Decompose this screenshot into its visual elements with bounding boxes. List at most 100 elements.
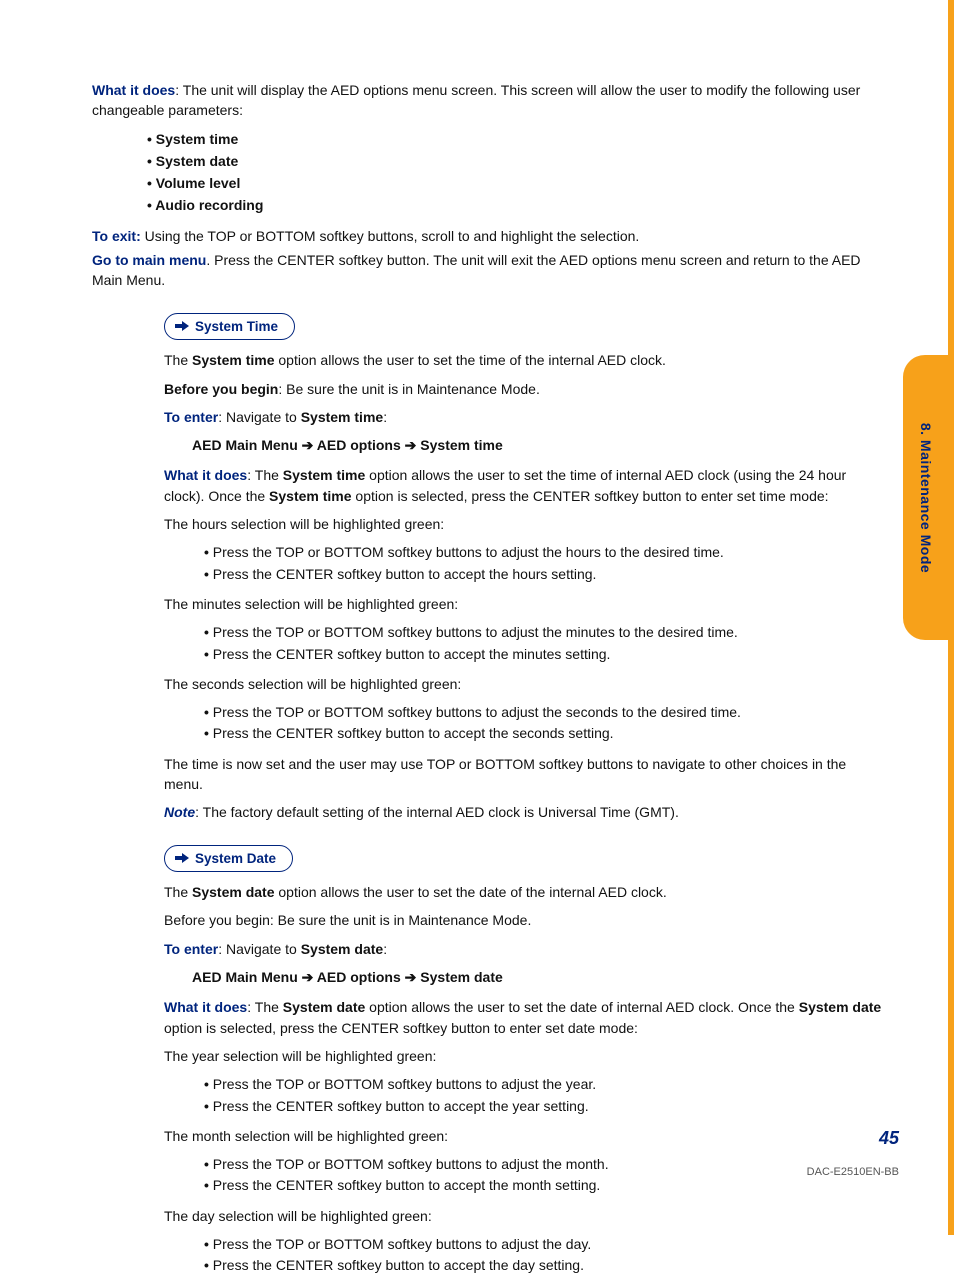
path-seg: AED options (317, 437, 401, 453)
text-bold: System date (301, 941, 383, 957)
para-what-it-does: What it does: The unit will display the … (92, 80, 882, 121)
minutes-steps: Press the TOP or BOTTOM softkey buttons … (164, 622, 882, 664)
text-bold: System time (301, 409, 383, 425)
text: option is selected, press the CENTER sof… (352, 488, 829, 504)
text-bold: System time (269, 488, 351, 504)
arrow-right-icon (175, 852, 189, 864)
pill-label: System Date (195, 849, 276, 869)
path-seg: AED options (317, 969, 401, 985)
list-item: Press the TOP or BOTTOM softkey buttons … (204, 1074, 882, 1094)
path-arrow: ➔ (298, 437, 317, 453)
label-go-main: Go to main menu (92, 252, 206, 268)
para-date-intro: The System date option allows the user t… (164, 882, 882, 902)
section-tab-label: 8. Maintenance Mode (915, 422, 935, 572)
text: : The factory default setting of the int… (195, 804, 679, 820)
para-date-body: What it does: The System date option all… (164, 997, 882, 1038)
para-date-before: Before you begin: Be sure the unit is in… (164, 910, 882, 930)
list-item: Press the CENTER softkey button to accep… (204, 1096, 882, 1116)
label-what-it-does: What it does (92, 82, 175, 98)
text: The (164, 352, 192, 368)
list-item: System date (147, 151, 882, 171)
para-to-exit: To exit: Using the TOP or BOTTOM softkey… (92, 226, 882, 246)
list-item: Press the TOP or BOTTOM softkey buttons … (204, 542, 882, 562)
section-system-date: System Date The System date option allow… (164, 831, 882, 1276)
para-time-intro: The System time option allows the user t… (164, 350, 882, 370)
list-item: Press the TOP or BOTTOM softkey buttons … (204, 1154, 882, 1174)
year-steps: Press the TOP or BOTTOM softkey buttons … (164, 1074, 882, 1116)
path-arrow: ➔ (401, 437, 421, 453)
text-bold: System time (283, 467, 365, 483)
text: Using the TOP or BOTTOM softkey buttons,… (141, 228, 640, 244)
text: option allows the user to set the time o… (275, 352, 666, 368)
day-steps: Press the TOP or BOTTOM softkey buttons … (164, 1234, 882, 1276)
text: : Navigate to (218, 941, 301, 957)
label-to-enter: To enter (164, 941, 218, 957)
text: : (383, 941, 387, 957)
list-item: Press the CENTER softkey button to accep… (204, 723, 882, 743)
list-item: Press the CENTER softkey button to accep… (204, 1175, 882, 1195)
para-seconds: The seconds selection will be highlighte… (164, 674, 882, 694)
para-before-you-begin: Before you begin: Be sure the unit is in… (164, 379, 882, 399)
para-minutes: The minutes selection will be highlighte… (164, 594, 882, 614)
para-time-done: The time is now set and the user may use… (164, 754, 882, 795)
list-item: Press the CENTER softkey button to accep… (204, 1255, 882, 1275)
list-item: Volume level (147, 173, 882, 193)
para-day: The day selection will be highlighted gr… (164, 1206, 882, 1226)
para-to-enter-time: To enter: Navigate to System time: (164, 407, 882, 427)
text: . Press the CENTER softkey button. The u… (92, 252, 861, 288)
path-seg: AED Main Menu (192, 437, 298, 453)
text: : The (247, 999, 283, 1015)
text-bold: System date (799, 999, 881, 1015)
section-system-time: System Time The System time option allow… (164, 299, 882, 823)
pill-label: System Time (195, 317, 278, 337)
section-tab: 8. Maintenance Mode (903, 355, 948, 640)
seconds-steps: Press the TOP or BOTTOM softkey buttons … (164, 702, 882, 744)
label-to-enter: To enter (164, 409, 218, 425)
para-note: Note: The factory default setting of the… (164, 802, 882, 822)
path-seg: AED Main Menu (192, 969, 298, 985)
text-bold: System time (192, 352, 274, 368)
list-item: Press the CENTER softkey button to accep… (204, 644, 882, 664)
para-go-main: Go to main menu. Press the CENTER softke… (92, 250, 882, 291)
path-arrow: ➔ (298, 969, 317, 985)
nav-path-date: AED Main Menu ➔ AED options ➔ System dat… (192, 967, 882, 987)
text-bold: System date (192, 884, 274, 900)
hours-steps: Press the TOP or BOTTOM softkey buttons … (164, 542, 882, 584)
param-list: System time System date Volume level Aud… (92, 129, 882, 216)
list-item: Press the CENTER softkey button to accep… (204, 564, 882, 584)
para-hours: The hours selection will be highlighted … (164, 514, 882, 534)
label-before-begin: Before you begin (164, 381, 278, 397)
para-time-body: What it does: The System time option all… (164, 465, 882, 506)
path-seg: System time (420, 437, 502, 453)
label-to-exit: To exit: (92, 228, 141, 244)
side-stripe (948, 0, 954, 1235)
text: option allows the user to set the date o… (365, 999, 798, 1015)
text: : The unit will display the AED options … (92, 82, 860, 118)
text-bold: System date (283, 999, 365, 1015)
label-what-it-does: What it does (164, 467, 247, 483)
text: option allows the user to set the date o… (275, 884, 667, 900)
list-item: Press the TOP or BOTTOM softkey buttons … (204, 1234, 882, 1254)
text: The (164, 884, 192, 900)
path-arrow: ➔ (401, 969, 421, 985)
text: : (383, 409, 387, 425)
list-item: Audio recording (147, 195, 882, 215)
month-steps: Press the TOP or BOTTOM softkey buttons … (164, 1154, 882, 1196)
list-item: Press the TOP or BOTTOM softkey buttons … (204, 702, 882, 722)
text: : The (247, 467, 283, 483)
page: 8. Maintenance Mode 45 DAC-E2510EN-BB Wh… (0, 0, 954, 1235)
page-content: What it does: The unit will display the … (92, 80, 882, 1286)
nav-path-time: AED Main Menu ➔ AED options ➔ System tim… (192, 435, 882, 455)
para-year: The year selection will be highlighted g… (164, 1046, 882, 1066)
arrow-right-icon (175, 320, 189, 332)
pill-system-date: System Date (164, 845, 293, 873)
pill-system-time: System Time (164, 313, 295, 341)
path-seg: System date (420, 969, 502, 985)
label-what-it-does: What it does (164, 999, 247, 1015)
text: : Be sure the unit is in Maintenance Mod… (278, 381, 539, 397)
text: option is selected, press the CENTER sof… (164, 1020, 638, 1036)
para-month: The month selection will be highlighted … (164, 1126, 882, 1146)
text: : Navigate to (218, 409, 301, 425)
para-to-enter-date: To enter: Navigate to System date: (164, 939, 882, 959)
label-note: Note (164, 804, 195, 820)
